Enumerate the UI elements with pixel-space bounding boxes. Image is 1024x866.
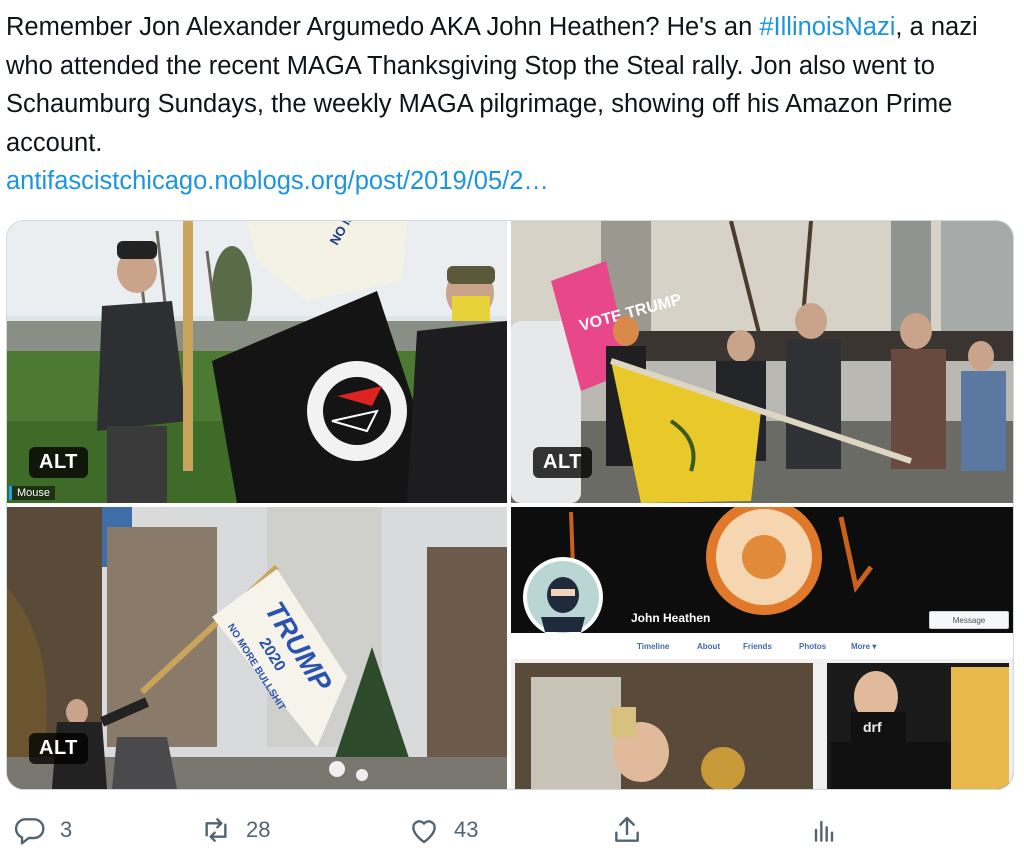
- profile-tab-about: About: [697, 642, 721, 651]
- profile-name: John Heathen: [631, 611, 711, 625]
- hashtag-link[interactable]: #IllinoisNazi: [759, 13, 895, 41]
- message-button: Message: [929, 611, 1009, 629]
- photo-trump-flag[interactable]: TRUMP 2020 NO MORE BULLSHIT ALT: [7, 507, 507, 789]
- retweet-count: 28: [246, 817, 271, 842]
- retweet-icon: [205, 818, 227, 842]
- retweet-button[interactable]: 28: [200, 808, 270, 852]
- analytics-icon: [814, 820, 834, 842]
- photo-profile-collage[interactable]: drf John Heathen Message Timeline About …: [511, 507, 1013, 789]
- share-button[interactable]: [611, 808, 657, 852]
- reply-icon: [14, 818, 45, 845]
- like-button[interactable]: 43: [408, 808, 478, 852]
- profile-tab-timeline: Timeline: [637, 642, 670, 651]
- reply-button[interactable]: 3: [14, 808, 72, 852]
- analytics-button[interactable]: [808, 808, 854, 852]
- tweet-text: Remember Jon Alexander Argumedo AKA John…: [6, 8, 1018, 201]
- media-grid: NO MORE BULLSHIT ALT Mouse: [6, 220, 1014, 790]
- tweet-text-part1: Remember Jon Alexander Argumedo AKA John…: [6, 13, 760, 41]
- photo-street-rally[interactable]: VOTE TRUMP ALT: [511, 221, 1013, 503]
- svg-text:drf: drf: [863, 719, 882, 735]
- alt-badge[interactable]: ALT: [29, 733, 88, 764]
- share-icon: [615, 816, 639, 842]
- photo-rally-flag[interactable]: NO MORE BULLSHIT ALT Mouse: [7, 221, 507, 503]
- alt-badge[interactable]: ALT: [29, 447, 88, 478]
- article-link[interactable]: antifascistchicago.noblogs.org/post/2019…: [6, 167, 549, 195]
- reply-count: 3: [60, 817, 73, 842]
- alt-badge[interactable]: ALT: [533, 447, 592, 478]
- profile-tab-friends: Friends: [743, 642, 772, 651]
- photo1-caption: Mouse: [9, 486, 56, 500]
- like-count: 43: [454, 817, 479, 842]
- profile-tab-more: More ▾: [851, 642, 877, 651]
- like-icon: [412, 820, 436, 844]
- tweet-actions: 3 28 43: [0, 808, 1024, 852]
- profile-tab-photos: Photos: [799, 642, 827, 651]
